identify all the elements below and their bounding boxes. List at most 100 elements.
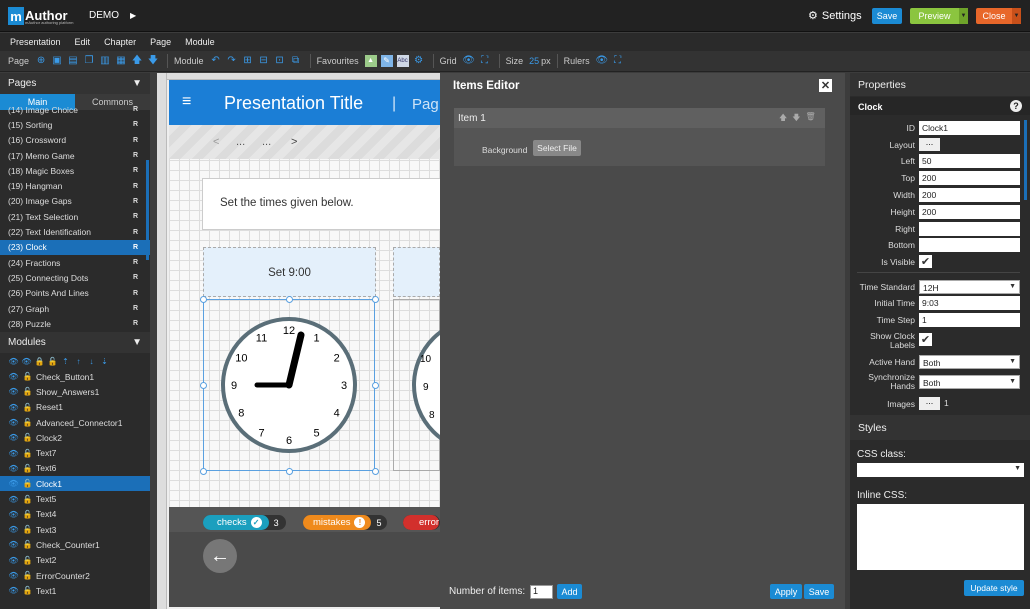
hamburger-icon[interactable]: ≡ [182,94,202,110]
rulers-snap-icon[interactable]: ⛶ [612,55,624,67]
page-list-item[interactable]: (14) Image Choice R [0,102,150,117]
eye-icon[interactable]: 👁 [8,464,19,473]
second-set-time-label[interactable] [393,247,440,297]
add-chapter-icon[interactable]: ▤ [67,55,79,67]
preview-button[interactable]: Preview ▼ [910,8,968,24]
unlock-icon[interactable]: 🔓 [22,510,33,519]
page-list-item[interactable]: (28) Puzzle R [0,316,150,331]
clock-selection-frame[interactable] [203,299,375,471]
page-list-item[interactable]: (19) Hangman R [0,178,150,193]
prop-time-standard-select[interactable]: 12H [919,280,1020,294]
favourites-gear-icon[interactable]: ⚙ [413,55,425,67]
page-list-item[interactable]: (22) Text Identification R [0,224,150,239]
prop-id-input[interactable]: Clock1 [919,121,1020,135]
page-list-item[interactable]: (20) Image Gaps R [0,194,150,209]
paste-page-icon[interactable]: ▥ [99,55,111,67]
error-counter[interactable]: error [403,515,440,530]
unlock-icon[interactable]: 🔓 [22,464,33,473]
page-settings-icon[interactable]: ▦ [115,55,127,67]
prop-images-button[interactable]: ... [919,397,940,410]
page-list-item[interactable]: (18) Magic Boxes R [0,163,150,178]
properties-scrollbar[interactable] [1024,120,1027,200]
unlock-icon[interactable]: 🔓 [22,586,33,595]
arrange-icon[interactable]: ⧉ [290,55,302,67]
move-down-icon[interactable]: ↓ [86,357,97,366]
unlock-all-icon[interactable]: 🔓 [47,357,58,366]
move-bottom-icon[interactable]: ⇣ [99,357,110,366]
resize-handle[interactable] [372,296,379,303]
css-class-select[interactable] [857,463,1024,477]
prop-initial-time-input[interactable]: 9:03 [919,296,1020,310]
close-dropdown-icon[interactable]: ▼ [1012,8,1021,24]
module-list-item[interactable]: 👁 🔓 Check_Counter1 [0,537,150,552]
move-up-icon[interactable]: ↑ [73,357,84,366]
module-list-item[interactable]: 👁 🔓 Text3 [0,522,150,537]
eye-icon[interactable]: 👁 [8,525,19,534]
preview-dropdown-icon[interactable]: ▼ [959,8,968,24]
move-down-icon[interactable]: 🡇 [147,55,159,67]
ungroup-icon[interactable]: ⊡ [274,55,286,67]
prop-width-input[interactable]: 200 [919,188,1020,202]
unlock-icon[interactable]: 🔓 [22,433,33,442]
show-all-icon[interactable]: 👁 [8,357,19,366]
unlock-icon[interactable]: 🔓 [22,387,33,396]
prop-left-input[interactable]: 50 [919,154,1020,168]
page-list-item[interactable]: (23) Clock R [0,239,150,255]
nav-ellipsis[interactable]: ... [262,136,271,148]
unlock-icon[interactable]: 🔓 [22,525,33,534]
lock-all-icon[interactable]: 🔒 [34,357,45,366]
add-folder-icon[interactable]: ▣ [51,55,63,67]
eye-icon[interactable]: 👁 [8,418,19,427]
module-list-item[interactable]: 👁 🔓 Text2 [0,553,150,568]
unlock-icon[interactable]: 🔓 [22,479,33,488]
align-icon[interactable]: ⊞ [242,55,254,67]
resize-handle[interactable] [200,382,207,389]
page-list-item[interactable]: (15) Sorting R [0,117,150,132]
select-file-button[interactable]: Select File [533,140,581,156]
image-module-icon[interactable]: ▲ [364,55,377,67]
eye-icon[interactable]: 👁 [8,571,19,580]
eye-icon[interactable]: 👁 [8,495,19,504]
menu-page[interactable]: Page [150,37,171,47]
unlock-icon[interactable]: 🔓 [22,449,33,458]
unlock-icon[interactable]: 🔓 [22,403,33,412]
close-icon[interactable]: ✕ [819,79,832,92]
prop-active-hand-select[interactable]: Both [919,355,1020,369]
module-list-item[interactable]: 👁 🔓 Advanced_Connector1 [0,415,150,430]
module-list-item[interactable]: 👁 🔓 Show_Answers1 [0,384,150,399]
resize-handle[interactable] [372,468,379,475]
pages-scrollbar[interactable] [146,160,149,260]
apply-button[interactable]: Apply [770,584,802,599]
eye-icon[interactable]: 👁 [8,540,19,549]
module-list-item[interactable]: 👁 🔓 Check_Button1 [0,369,150,384]
resize-handle[interactable] [286,296,293,303]
modules-collapse-icon[interactable]: ▼ [132,337,142,348]
eye-icon[interactable]: 👁 [8,556,19,565]
prop-sync-select[interactable]: Both [919,375,1020,389]
add-button[interactable]: Add [557,584,582,599]
prop-visible-checkbox[interactable]: ✔ [919,255,932,268]
grid-eye-icon[interactable]: 👁 [462,55,475,67]
resize-handle[interactable] [200,468,207,475]
project-name[interactable]: DEMO [89,10,119,21]
module-list-item[interactable]: 👁 🔓 Text6 [0,461,150,476]
module-list-item[interactable]: 👁 🔓 Text4 [0,507,150,522]
menu-module[interactable]: Module [185,37,215,47]
unlock-icon[interactable]: 🔓 [22,540,33,549]
page-list-item[interactable]: (21) Text Selection R [0,209,150,224]
page-list-item[interactable]: (17) Memo Game R [0,148,150,163]
module-list-item[interactable]: 👁 🔓 ErrorCounter2 [0,568,150,583]
page-list-item[interactable]: (16) Crossword R [0,133,150,148]
eye-icon[interactable]: 👁 [8,372,19,381]
trash-icon[interactable]: 🗑 [805,112,815,126]
save-button[interactable]: Save [872,8,902,24]
page-list-item[interactable]: (25) Connecting Dots R [0,270,150,285]
settings-button[interactable]: ⚙ Settings [808,9,862,23]
eye-icon[interactable]: 👁 [8,586,19,595]
unlock-icon[interactable]: 🔓 [22,418,33,427]
move-top-icon[interactable]: ⇡ [60,357,71,366]
grid-size-value[interactable]: 25 [529,56,539,66]
page-list-item[interactable]: (24) Fractions R [0,255,150,270]
check-counter[interactable]: checks ✓ 3 [203,515,286,530]
redo-icon[interactable]: ↷ [226,55,238,67]
